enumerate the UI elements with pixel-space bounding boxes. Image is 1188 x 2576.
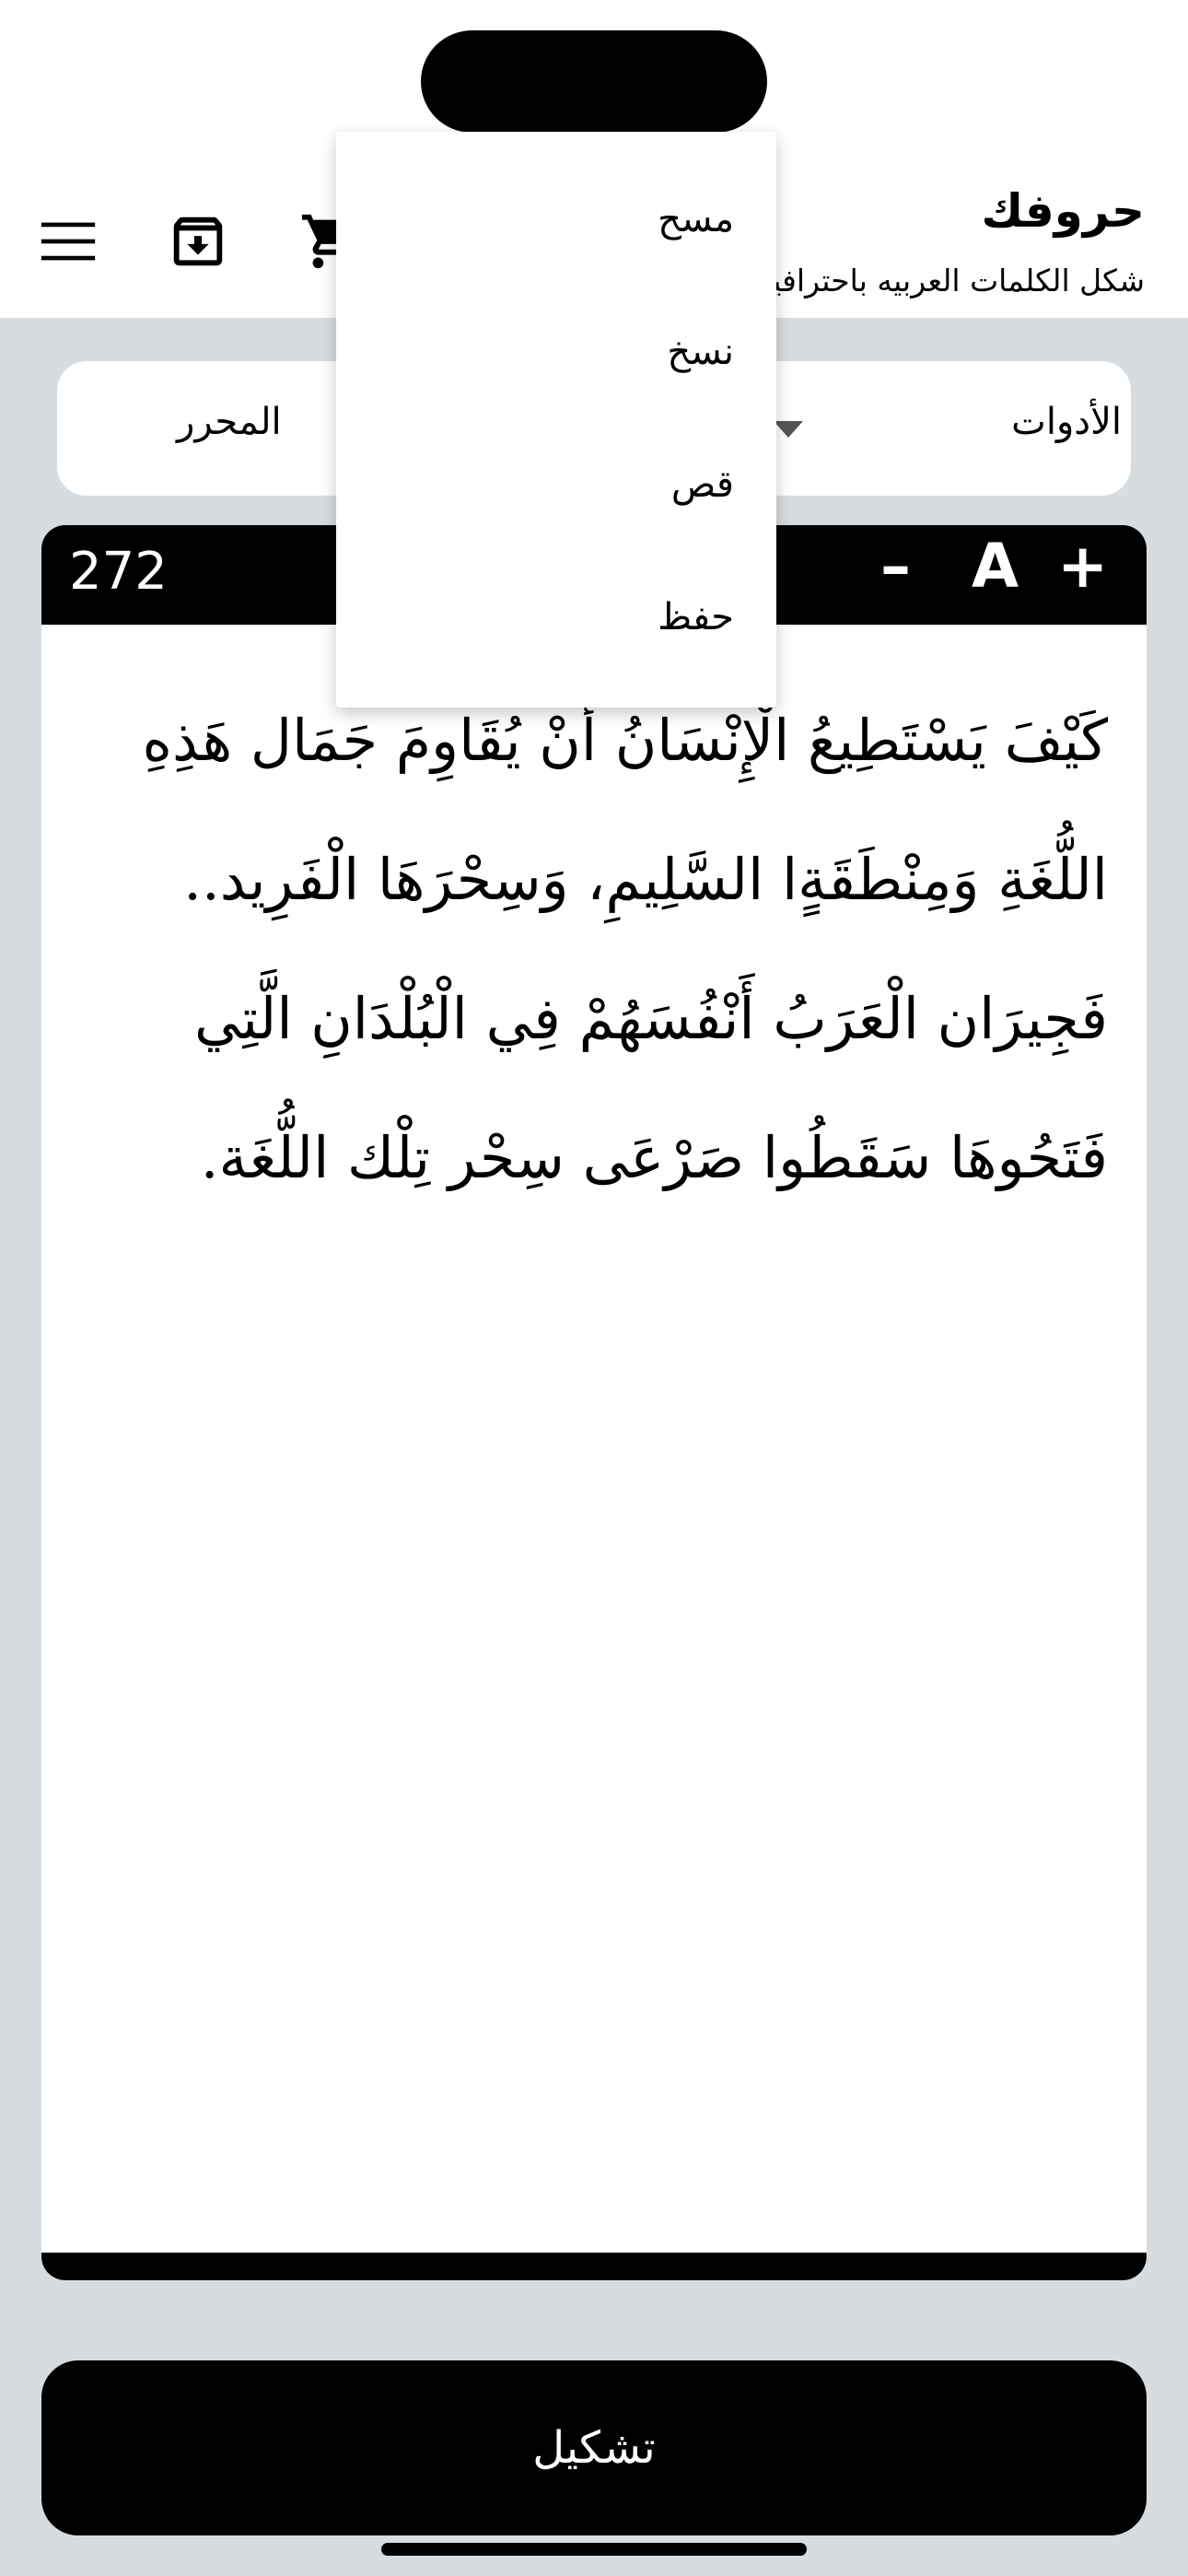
font-size-icon: A: [972, 531, 1019, 602]
menu-icon[interactable]: [29, 203, 107, 280]
chevron-down-icon[interactable]: [774, 421, 803, 438]
dynamic-island: [421, 30, 767, 133]
tools-dropdown-label[interactable]: الأدوات: [1011, 401, 1122, 443]
app-title: حروفك: [981, 184, 1145, 238]
tools-dropdown-menu: مسح نسخ قص حفظ: [336, 132, 776, 708]
app-subtitle: شكل الكلمات العربيه باحترافية: [756, 263, 1146, 299]
text-editor[interactable]: كَيْفَ يَسْتَطِيعُ الْإِنْسَانُ أَنْ يُق…: [41, 625, 1147, 2253]
text-line: فَتَحُوهَا سَقَطُوا صَرْعَى سِحْر تِلْك …: [200, 1124, 1108, 1191]
font-decrease-button[interactable]: –: [880, 536, 911, 597]
menu-item-copy[interactable]: نسخ: [667, 331, 734, 373]
font-increase-button[interactable]: +: [1057, 536, 1108, 597]
editor-label: المحرر: [177, 401, 282, 443]
menu-item-save[interactable]: حفظ: [658, 596, 734, 638]
menu-item-cut[interactable]: قص: [671, 463, 734, 506]
editor-card: 272 – A + كَيْفَ يَسْتَطِيعُ الْإِنْسَان…: [41, 525, 1147, 2280]
text-line: اللُّغَةِ وَمِنْطَقَةٍا السَّلِيمِ، وَسِ…: [183, 846, 1108, 913]
vowelize-button[interactable]: تشكيل: [41, 2360, 1147, 2535]
menu-item-clear[interactable]: مسح: [658, 198, 734, 240]
character-count: 272: [69, 542, 168, 602]
text-line: فَجِيرَان الْعَرَبُ أَنْفُسَهُمْ فِي الْ…: [194, 985, 1108, 1052]
editor-text[interactable]: كَيْفَ يَسْتَطِيعُ الْإِنْسَانُ أَنْ يُق…: [86, 671, 1109, 1227]
home-indicator: [381, 2543, 807, 2556]
archive-download-icon[interactable]: [159, 203, 237, 280]
